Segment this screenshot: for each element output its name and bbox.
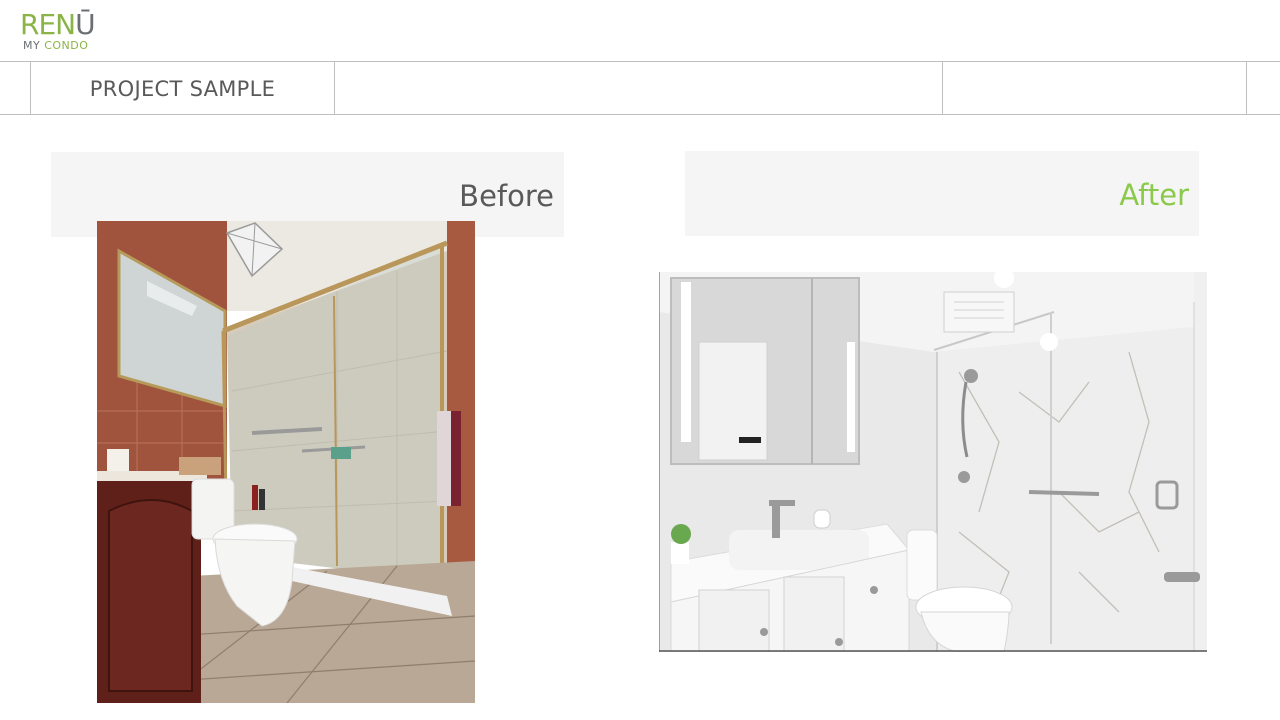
logo-tagline-my: MY (23, 39, 41, 52)
renu-logo[interactable]: RENŪ MY CONDO (18, 8, 108, 56)
after-label: After (1119, 178, 1189, 212)
logo-wordmark-u: Ū (75, 8, 95, 41)
logo-tagline: MY CONDO (23, 40, 88, 52)
logo-wordmark: RENŪ (20, 8, 96, 42)
band-divider (942, 62, 943, 115)
after-photo (659, 272, 1207, 652)
band-divider (334, 62, 335, 115)
logo-tagline-condo: CONDO (44, 39, 89, 52)
before-label: Before (459, 179, 554, 213)
after-label-box: After (685, 151, 1199, 236)
before-photo (97, 221, 475, 703)
logo-wordmark-ren: REN (20, 8, 76, 41)
page-title: PROJECT SAMPLE (89, 76, 276, 101)
header-band: PROJECT SAMPLE (0, 61, 1280, 115)
band-divider (1246, 62, 1247, 115)
